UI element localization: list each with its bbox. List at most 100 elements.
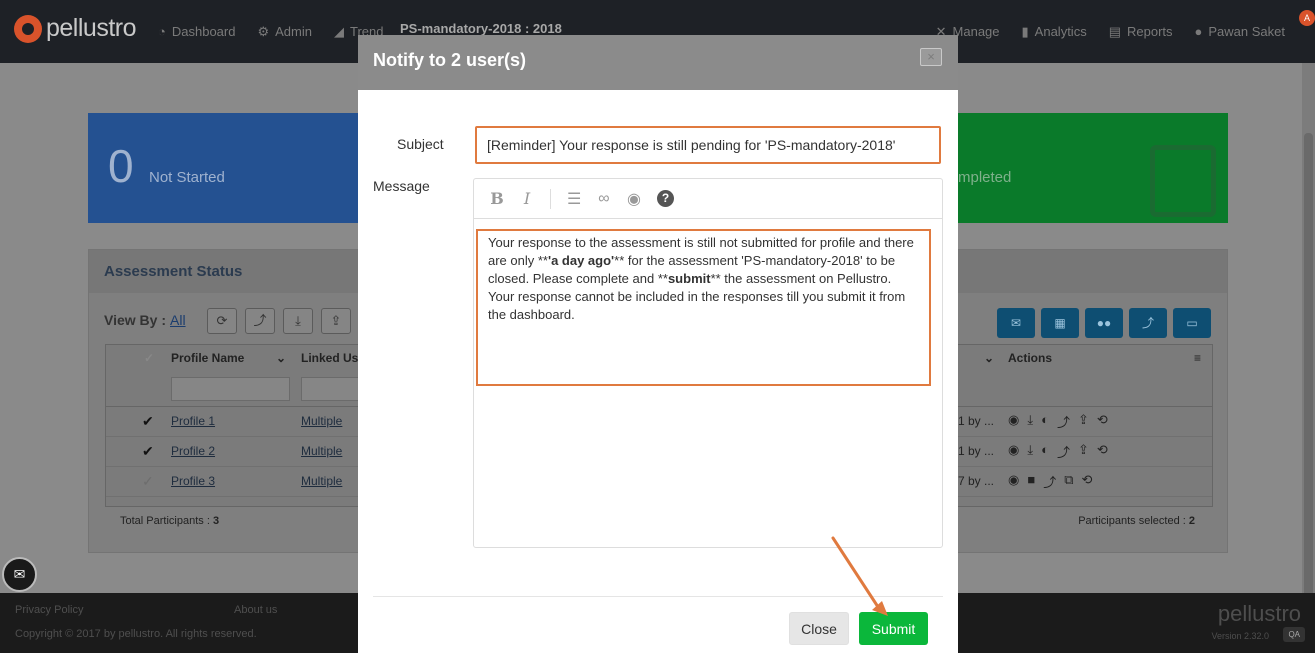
modal-close-icon[interactable]: × — [920, 48, 942, 66]
user-icon: ● — [1194, 24, 1203, 39]
completed-card[interactable]: mpleted — [958, 113, 1228, 223]
modal-header: Notify to 2 user(s) × — [358, 35, 958, 90]
toolbar-divider — [550, 188, 551, 209]
add-hierarchy-button[interactable]: ⤴ — [1129, 308, 1167, 338]
row-status-text: 7 by ... — [958, 474, 995, 488]
col-profile-name[interactable]: Profile Name — [171, 351, 244, 365]
annotation-arrow — [831, 536, 888, 616]
nav-dashboard[interactable]: ◔ Dashboard — [158, 24, 235, 39]
dashboard-icon: ◔ — [158, 24, 166, 39]
link-icon[interactable]: ∞ — [597, 190, 611, 208]
upload-icon[interactable]: ⇪ — [1078, 442, 1089, 461]
assessment-title: PS-mandatory-2018 : 2018 — [400, 21, 562, 36]
upload-icon[interactable]: ⇪ — [1078, 412, 1089, 431]
help-icon[interactable]: ? — [657, 190, 674, 207]
email-button[interactable]: ✉ — [997, 308, 1035, 338]
hierarchy-icon[interactable]: ⤴ — [1043, 472, 1056, 491]
col-sort-icon[interactable]: ⌄ — [276, 351, 286, 365]
reset-icon[interactable]: ⟲ — [1082, 472, 1093, 491]
pellustro-logo[interactable]: pellustro — [14, 14, 137, 43]
col-actions: Actions — [1008, 351, 1053, 365]
refresh-button[interactable]: ⟳ — [207, 308, 237, 334]
col-sort-icon-2[interactable]: ⌄ — [984, 351, 994, 365]
download-button[interactable]: ⤓ — [283, 308, 313, 334]
refresh-icon: ⟳ — [216, 313, 228, 328]
hierarchy-icon[interactable]: ⤴ — [1057, 442, 1070, 461]
linked-users-link[interactable]: Multiple — [301, 474, 342, 488]
row-checkbox[interactable]: ✔ — [142, 413, 154, 430]
not-started-card[interactable]: 0 Not Started — [88, 113, 360, 223]
profile-link[interactable]: Profile 2 — [171, 444, 215, 458]
download-icon: ⤓ — [295, 313, 301, 328]
scrollbar-thumb[interactable] — [1304, 133, 1313, 653]
not-started-label: Not Started — [149, 169, 225, 186]
reset-icon[interactable]: ⟲ — [1097, 412, 1108, 431]
nav-user[interactable]: ● Pawan Saket — [1195, 24, 1285, 39]
envelope-icon: ✉ — [13, 566, 26, 582]
users-button[interactable]: ●● — [1085, 308, 1123, 338]
message-bold-text: 'a day ago' — [547, 253, 615, 268]
completed-label: mpleted — [958, 169, 1012, 186]
bold-icon[interactable]: B — [490, 189, 504, 208]
privacy-policy-link[interactable]: Privacy Policy — [15, 604, 83, 616]
avatar-badge[interactable]: A — [1299, 10, 1315, 26]
col-linked-users[interactable]: Linked Use — [301, 351, 365, 365]
profile-name-filter[interactable] — [171, 377, 290, 401]
trend-icon: ◢ — [333, 23, 344, 39]
archive-button[interactable]: ▭ — [1173, 308, 1211, 338]
not-started-count: 0 — [108, 140, 134, 192]
nav-analytics-label: Analytics — [1034, 24, 1087, 39]
select-all-checkbox[interactable]: ✓ — [144, 351, 154, 365]
row-checkbox[interactable]: ✓ — [142, 473, 154, 490]
pellustro-logo-icon — [14, 14, 42, 43]
hierarchy-icon[interactable]: ⤴ — [1057, 412, 1070, 431]
row-checkbox[interactable]: ✔ — [142, 443, 154, 460]
hierarchy-button[interactable]: ⤴ — [245, 308, 275, 334]
list-icon[interactable]: ☰ — [567, 189, 581, 209]
view-icon[interactable]: ◉ — [1008, 442, 1019, 461]
version-text: Version 2.32.0 — [1211, 631, 1269, 641]
subject-label: Subject — [397, 136, 444, 152]
column-menu-icon[interactable]: ≡ — [1194, 351, 1201, 365]
calendar-button[interactable]: ▦ — [1041, 308, 1079, 338]
nav-analytics[interactable]: ▮ Analytics — [1022, 24, 1087, 40]
message-textarea[interactable]: Your response to the assessment is still… — [476, 229, 931, 386]
users-icon: ●● — [1096, 316, 1112, 330]
page-scrollbar[interactable] — [1302, 63, 1315, 653]
download-icon[interactable]: ⤓ — [1027, 412, 1033, 431]
reset-icon[interactable]: ⟲ — [1097, 442, 1108, 461]
calendar-icon: ▦ — [1054, 316, 1066, 330]
nav-admin-label: Admin — [275, 24, 312, 39]
bar-chart-icon: ▮ — [1021, 23, 1029, 39]
unlock-icon[interactable]: ◐ — [1041, 412, 1049, 431]
message-bold-text: submit — [667, 271, 711, 286]
modal-title: Notify to 2 user(s) — [373, 50, 527, 70]
italic-icon[interactable]: I — [520, 189, 534, 208]
view-icon[interactable]: ◉ — [1008, 412, 1019, 431]
nav-dashboard-label: Dashboard — [171, 24, 236, 39]
message-label: Message — [373, 178, 430, 194]
gear-icon: ⚙ — [257, 23, 270, 39]
mail-fab-button[interactable]: ✉ — [2, 557, 37, 592]
about-us-link[interactable]: About us — [234, 604, 277, 616]
linked-users-link[interactable]: Multiple — [301, 414, 342, 428]
view-icon[interactable]: ◉ — [1008, 472, 1019, 491]
view-by-all-link[interactable]: All — [170, 312, 186, 328]
nav-user-label: Pawan Saket — [1208, 24, 1285, 39]
download-icon[interactable]: ⤓ — [1027, 442, 1033, 461]
lock-icon[interactable]: ■ — [1027, 472, 1035, 491]
nav-reports-label: Reports — [1127, 24, 1173, 39]
subject-input[interactable] — [475, 126, 941, 164]
preview-eye-icon[interactable]: ◉ — [627, 189, 641, 209]
profile-link[interactable]: Profile 1 — [171, 414, 215, 428]
upload-button[interactable]: ⇪ — [321, 308, 351, 334]
unlock-icon[interactable]: ◐ — [1041, 442, 1049, 461]
linked-users-link[interactable]: Multiple — [301, 444, 342, 458]
env-badge: QA — [1283, 627, 1305, 642]
hierarchy-icon: ⤴ — [253, 313, 267, 328]
nav-reports[interactable]: ▤ Reports — [1109, 24, 1173, 40]
copy-icon[interactable]: ⧉ — [1064, 472, 1073, 491]
nav-admin[interactable]: ⚙ Admin — [257, 24, 312, 40]
row-actions: ◉ ⤓ ◐ ⤴ ⇪ ⟲ — [1008, 442, 1108, 461]
profile-link[interactable]: Profile 3 — [171, 474, 215, 488]
